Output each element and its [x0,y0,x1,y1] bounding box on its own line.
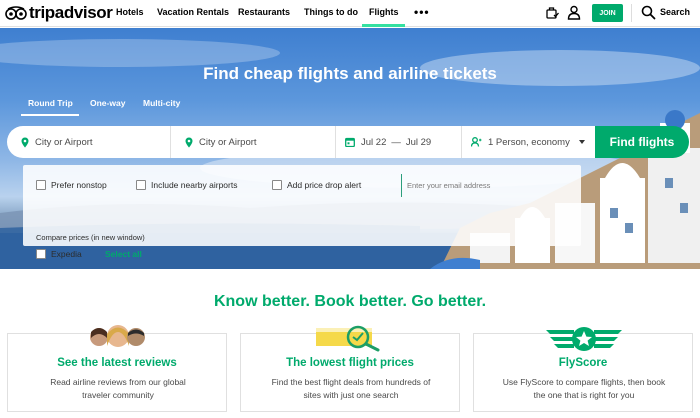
nav-item-vacation-rentals[interactable]: Vacation Rentals [157,7,229,17]
card-title: FlyScore [558,357,608,369]
nearby-airports-label[interactable]: Include nearby airports [151,180,237,190]
trips-icon[interactable] [545,6,559,20]
travelers-field[interactable]: 1 Person, economy [471,126,586,158]
user-icon[interactable] [567,5,581,20]
tab-round-trip[interactable]: Round Trip [28,98,73,108]
email-field-divider [401,174,402,197]
feature-card-reviews: See the latest reviews Read airline revi… [7,325,227,412]
join-button[interactable]: JOIN [592,4,623,22]
card-text-line: sites with just one search [303,390,399,400]
destination-placeholder: City or Airport [199,136,257,148]
location-pin-icon [185,137,193,147]
reviewer-avatars-icon [90,325,145,347]
flight-search-bar: City or Airport City or Airport Jul 22 —… [7,126,595,158]
date-range-field[interactable]: Jul 22 — Jul 29 [345,126,460,158]
search-label[interactable]: Search [660,7,690,17]
card-text-line: Find the best flight deals from hundreds… [271,377,431,387]
feature-card-prices: The lowest flight prices Find the best f… [240,325,460,412]
nav-item-restaurants[interactable]: Restaurants [238,7,290,17]
price-tag-magnifier-icon [316,325,380,352]
nav-item-flights[interactable]: Flights [369,7,399,17]
field-divider [335,126,336,158]
search-options-panel: Prefer nonstop Include nearby airports A… [23,165,581,259]
card-text-line: Read airline reviews from our global [50,377,186,387]
chevron-down-icon[interactable] [579,140,585,144]
tagline: Know better. Book better. Go better. [213,293,487,310]
field-divider [170,126,171,158]
origin-field[interactable]: City or Airport [21,126,171,158]
return-date: Jul 29 [405,136,432,148]
tab-one-way[interactable]: One-way [90,98,125,108]
person-icon [471,137,482,147]
location-pin-icon [21,137,29,147]
expedia-label[interactable]: Expedia [51,249,82,259]
card-description: Read airline reviews from our global tra… [18,376,218,402]
active-trip-tab-indicator [21,114,79,116]
calendar-icon [345,137,355,147]
price-drop-alert-label[interactable]: Add price drop alert [287,180,361,190]
nav-divider [631,4,632,22]
search-icon[interactable] [641,5,656,20]
flight-search-hero: Find cheap flights and airline tickets R… [0,28,700,269]
card-description: Use FlyScore to compare flights, then bo… [484,376,684,402]
card-title: The lowest flight prices [286,357,414,369]
logo-wordmark: tripadvisor [29,3,113,22]
expedia-checkbox[interactable] [36,249,46,259]
hero-title: Find cheap flights and airline tickets [203,64,497,83]
more-dots-icon[interactable]: ••• [414,5,430,19]
card-text-line: the one that is right for you [533,390,635,400]
tripadvisor-logo[interactable]: tripadvisor [5,3,113,22]
destination-field[interactable]: City or Airport [185,126,335,158]
depart-date: Jul 22 [361,136,387,148]
card-text-line: Use FlyScore to compare flights, then bo… [502,377,666,387]
flyscore-wings-icon [546,327,622,351]
card-description: Find the best flight deals from hundreds… [251,376,451,402]
email-input[interactable] [407,178,567,192]
nav-item-things-to-do[interactable]: Things to do [304,7,358,17]
nearby-airports-checkbox[interactable] [136,180,146,190]
prefer-nonstop-checkbox[interactable] [36,180,46,190]
card-title: See the latest reviews [57,357,177,369]
tab-multi-city[interactable]: Multi-city [143,98,180,108]
price-drop-alert-checkbox[interactable] [272,180,282,190]
travelers-value: 1 Person, economy [488,136,570,148]
select-all-link[interactable]: Select all [105,249,142,259]
card-text-line: traveler community [82,390,154,400]
compare-prices-label: Compare prices (in new window) [36,233,145,242]
find-flights-button[interactable]: Find flights [595,126,689,158]
origin-placeholder: City or Airport [35,136,93,148]
top-navigation: tripadvisor Hotels Vacation Rentals Rest… [0,0,700,27]
nav-item-hotels[interactable]: Hotels [116,7,144,17]
feature-card-flyscore: FlyScore Use FlyScore to compare flights… [473,327,693,412]
active-nav-indicator [362,24,405,27]
owl-logo-icon [5,6,27,20]
prefer-nonstop-label[interactable]: Prefer nonstop [51,180,107,190]
date-separator: — [391,136,401,148]
field-divider [461,126,462,158]
